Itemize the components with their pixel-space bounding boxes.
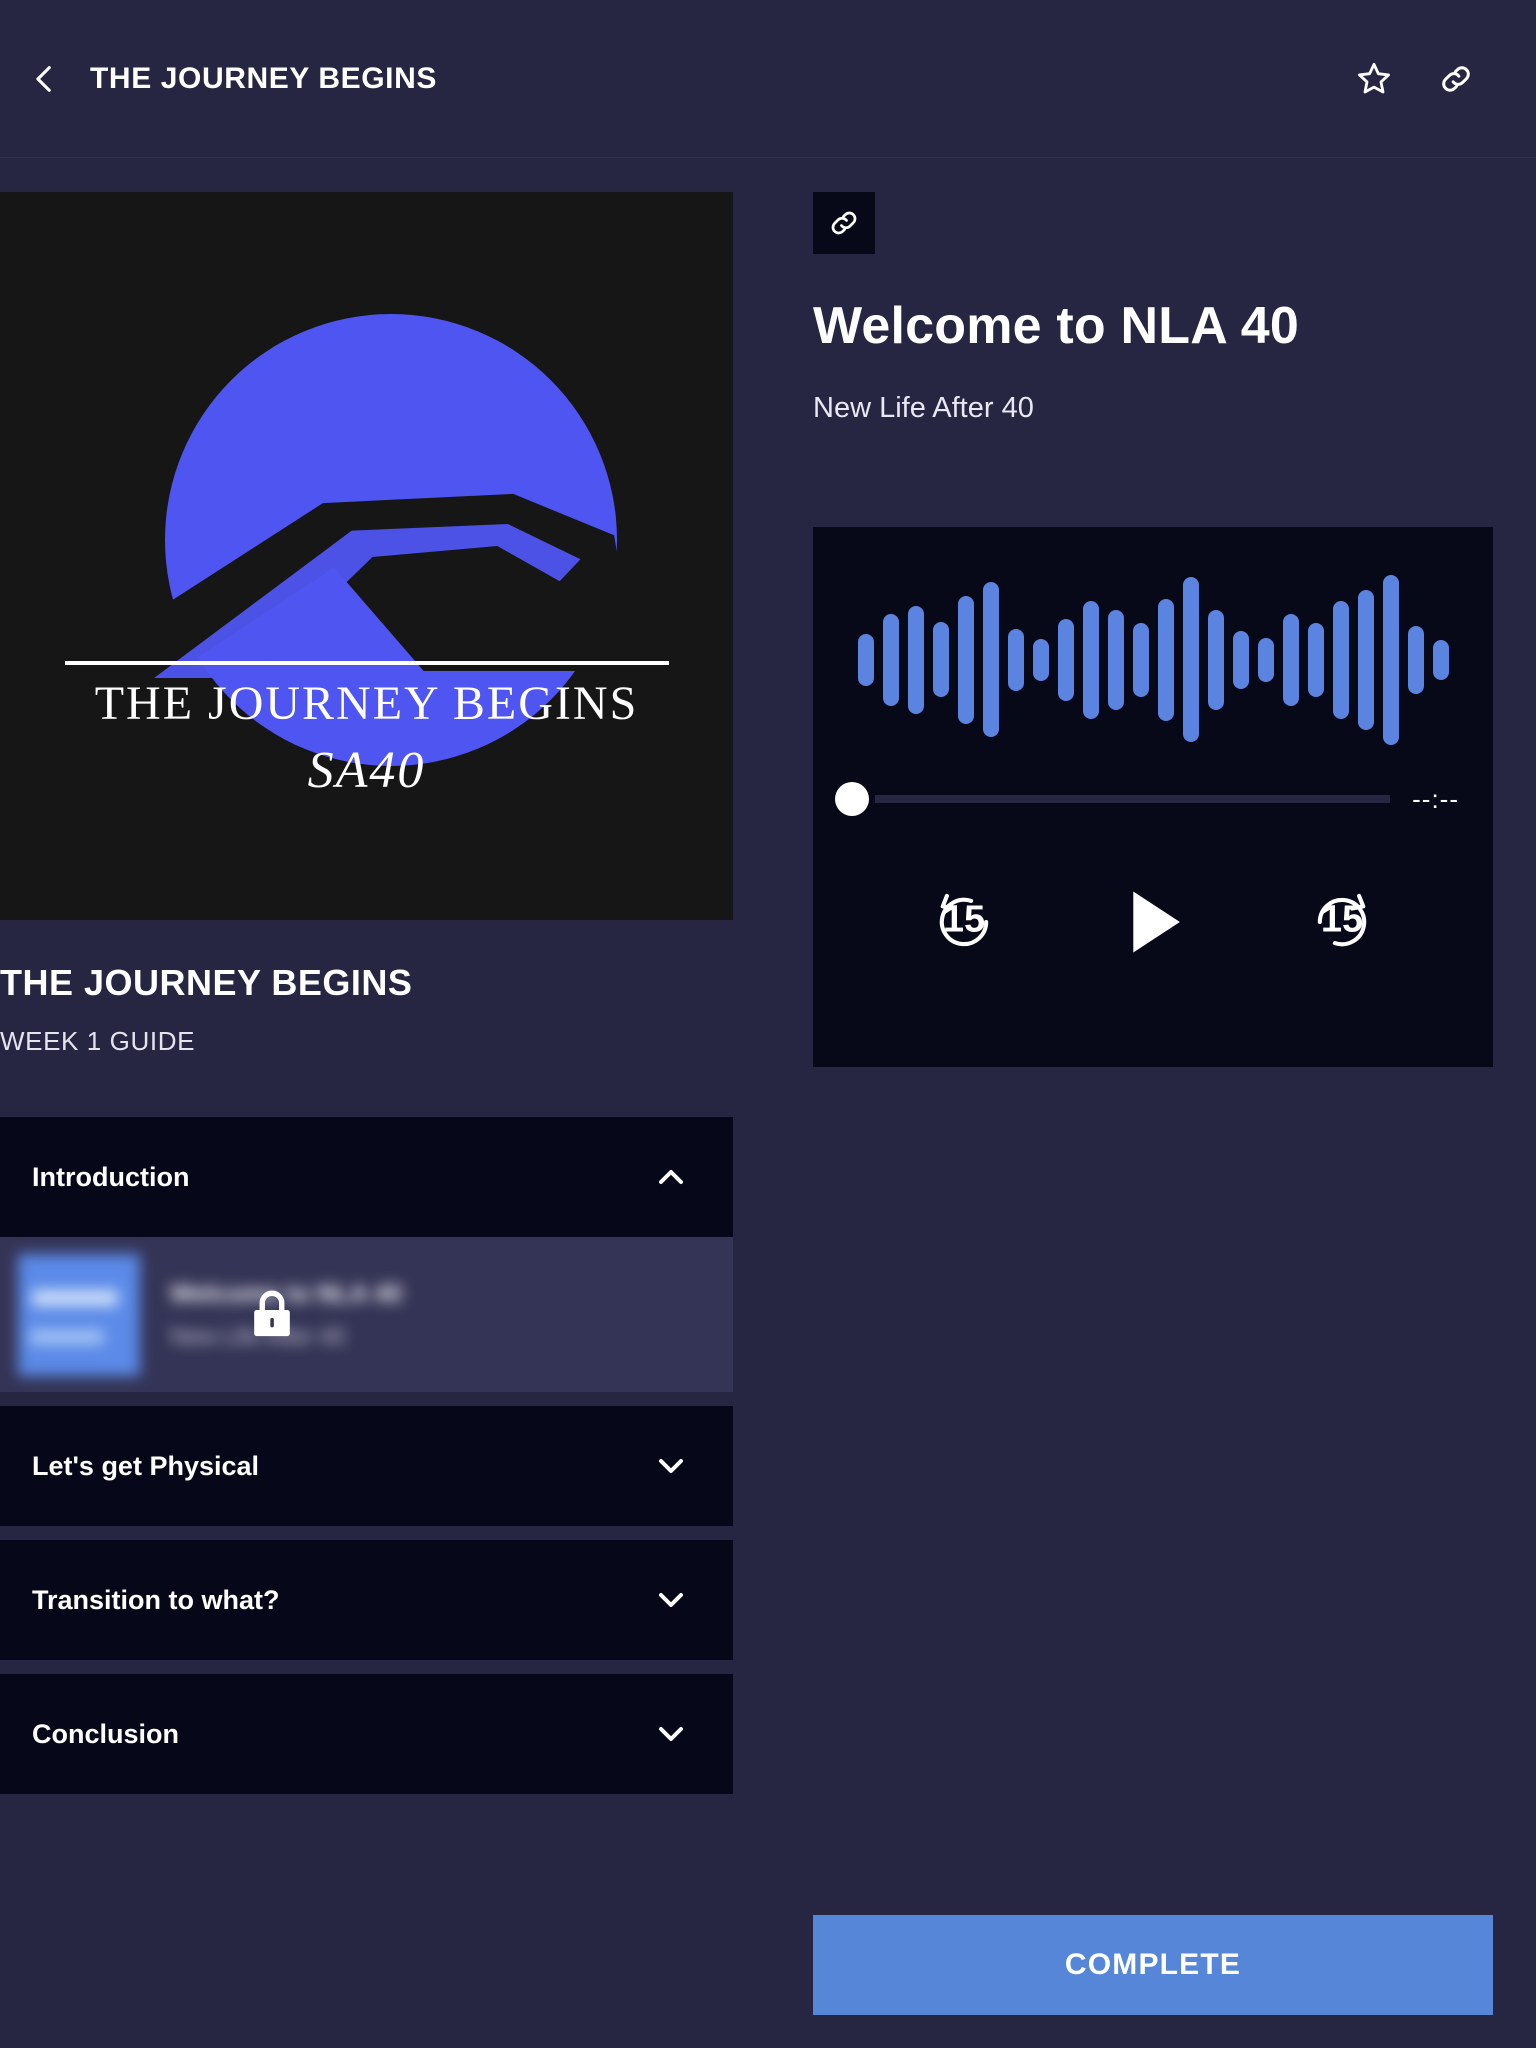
- lesson-detail-author: New Life After 40: [813, 392, 1034, 424]
- top-bar-actions: [1346, 51, 1484, 107]
- star-outline-icon: [1358, 62, 1390, 93]
- course-title: THE JOURNEY BEGINS: [0, 962, 413, 1003]
- audio-player: --:-- 15 15: [813, 527, 1493, 1067]
- chevron-left-icon: [36, 65, 51, 92]
- accordion-section: Transition to what?: [0, 1540, 733, 1660]
- chevron-down-icon: [651, 1714, 691, 1754]
- course-sections-accordion: Introduction Welcome to NLA 40 New Life …: [0, 1117, 733, 1794]
- accordion-label: Transition to what?: [32, 1584, 280, 1615]
- waveform-bar: [957, 595, 974, 724]
- waveform-bar: [1332, 600, 1349, 719]
- accordion-label: Conclusion: [32, 1718, 179, 1749]
- progress-scrubber-handle[interactable]: [835, 782, 869, 816]
- accordion-header-introduction[interactable]: Introduction: [0, 1117, 733, 1237]
- waveform-bar: [1107, 609, 1124, 710]
- waveform-bar: [1257, 637, 1274, 682]
- waveform-bar: [882, 613, 899, 706]
- progress-track[interactable]: [875, 795, 1391, 803]
- waveform-bar: [907, 605, 924, 714]
- link-icon: [831, 211, 857, 235]
- accordion-label: Introduction: [32, 1161, 190, 1192]
- waveform-bar: [1232, 630, 1249, 689]
- cover-art-graphic: THE JOURNEY BEGINS SA40: [17, 206, 717, 906]
- waveform-bar: [1357, 589, 1374, 730]
- waveform-bar: [1282, 613, 1299, 706]
- playback-controls: 15 15: [813, 857, 1493, 987]
- waveform-bar: [1082, 600, 1099, 719]
- accordion-section: Let's get Physical: [0, 1406, 733, 1526]
- accordion-header-transition-to-what[interactable]: Transition to what?: [0, 1540, 733, 1660]
- chevron-down-icon: [651, 1446, 691, 1486]
- accordion-header-conclusion[interactable]: Conclusion: [0, 1674, 733, 1794]
- playback-progress-row: --:--: [813, 782, 1493, 816]
- page-title: THE JOURNEY BEGINS: [90, 61, 437, 95]
- time-remaining-label: --:--: [1412, 783, 1459, 814]
- complete-button[interactable]: COMPLETE: [813, 1915, 1493, 2015]
- waveform-bar: [1307, 622, 1324, 697]
- cover-title-text: THE JOURNEY BEGINS: [94, 677, 639, 730]
- waveform-bar: [1057, 618, 1074, 701]
- accordion-section: Introduction Welcome to NLA 40 New Life …: [0, 1117, 733, 1392]
- waveform-bar: [1382, 574, 1399, 745]
- lesson-detail-title: Welcome to NLA 40: [813, 297, 1299, 355]
- favorite-button[interactable]: [1346, 51, 1402, 107]
- lesson-detail-panel: Welcome to NLA 40 New Life After 40 --:-…: [813, 192, 1493, 1067]
- forward-15-button[interactable]: 15: [1304, 884, 1380, 960]
- play-button[interactable]: [1110, 879, 1196, 965]
- svg-text:15: 15: [943, 899, 985, 941]
- waveform-bar: [1207, 609, 1224, 710]
- share-link-button[interactable]: [1428, 51, 1484, 107]
- cover-art: THE JOURNEY BEGINS SA40: [0, 192, 733, 920]
- audio-waveform: [813, 567, 1493, 752]
- waveform-bar: [1007, 628, 1024, 691]
- top-app-bar: THE JOURNEY BEGINS: [0, 0, 1536, 158]
- lock-icon: [246, 1286, 298, 1344]
- accordion-label: Let's get Physical: [32, 1450, 260, 1481]
- chevron-up-icon: [651, 1157, 691, 1197]
- chevron-down-icon: [651, 1580, 691, 1620]
- waveform-bar: [932, 622, 949, 697]
- replay-15-icon: 15: [939, 893, 989, 947]
- rewind-15-button[interactable]: 15: [926, 884, 1002, 960]
- cover-signature-text: SA40: [307, 742, 426, 799]
- play-icon: [1133, 891, 1180, 953]
- cover-divider: [64, 661, 669, 665]
- waveform-bar: [982, 582, 999, 737]
- course-sidebar: THE JOURNEY BEGINS SA40 THE JOURNEY BEGI…: [0, 192, 733, 1808]
- waveform-bar: [1032, 638, 1049, 681]
- lesson-item-locked[interactable]: Welcome to NLA 40 New Life After 40: [0, 1237, 733, 1392]
- lesson-share-button[interactable]: [813, 192, 875, 254]
- svg-text:15: 15: [1321, 899, 1363, 941]
- accordion-section: Conclusion: [0, 1674, 733, 1794]
- back-button[interactable]: [14, 48, 76, 110]
- waveform-bar: [1132, 622, 1149, 697]
- waveform-bar: [1157, 598, 1174, 721]
- accordion-header-lets-get-physical[interactable]: Let's get Physical: [0, 1406, 733, 1526]
- course-subtitle: WEEK 1 GUIDE: [0, 1026, 196, 1056]
- waveform-bar: [1432, 639, 1449, 680]
- lesson-content-blurred: Welcome to NLA 40 New Life After 40: [18, 1253, 402, 1376]
- waveform-bar: [1407, 625, 1424, 694]
- lesson-thumbnail: [18, 1253, 140, 1376]
- link-icon: [1442, 65, 1470, 92]
- waveform-bar: [1182, 577, 1199, 742]
- waveform-bar: [857, 633, 874, 686]
- forward-15-icon: 15: [1317, 893, 1367, 947]
